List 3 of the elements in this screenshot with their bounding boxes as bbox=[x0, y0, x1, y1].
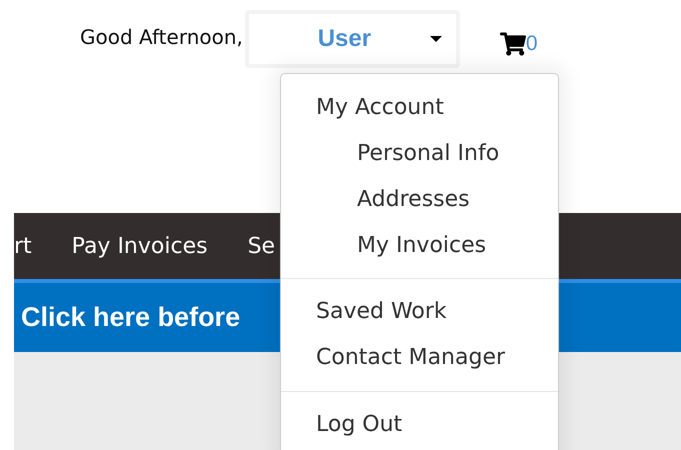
greeting-text: Good Afternoon, bbox=[80, 24, 243, 51]
banner-text: Click here before bbox=[21, 301, 240, 334]
user-name: User bbox=[316, 24, 372, 54]
